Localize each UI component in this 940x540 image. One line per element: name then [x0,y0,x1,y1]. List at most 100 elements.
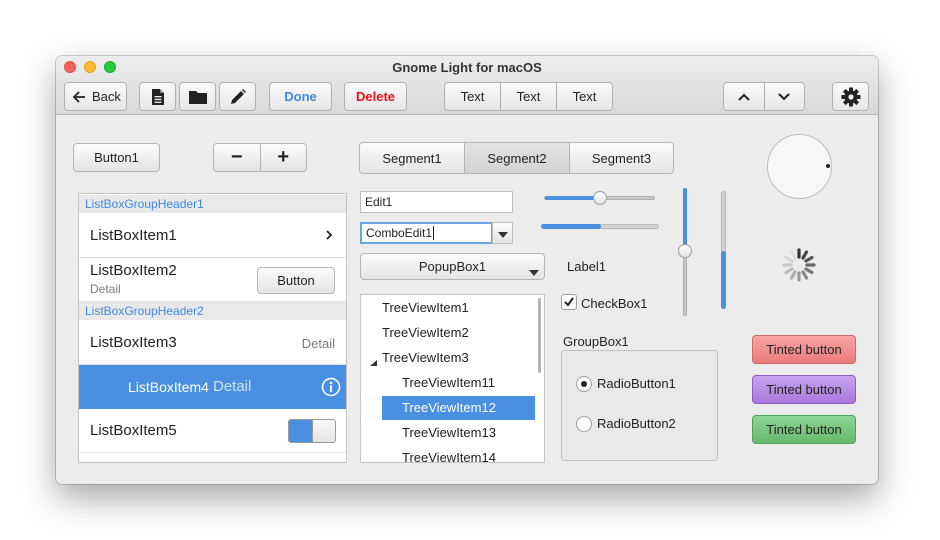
checkmark-icon [563,296,575,311]
title-bar: Gnome Light for macOS Back Done Delete T… [56,56,878,115]
tree-item-14[interactable]: TreeViewItem14 [402,446,496,462]
combo-edit-value: ComboEdit1 [366,226,433,240]
text-segmented-control: Text Text Text [444,82,613,111]
list-item-5-switch[interactable] [288,419,336,443]
tinted-button-red[interactable]: Tinted button [752,335,856,364]
plus-button[interactable]: + [261,144,307,171]
label1: Label1 [567,259,607,274]
combo-dropdown-button[interactable] [492,222,513,244]
list-item-3[interactable]: ListBoxItem3 Detail [79,321,346,365]
checkbox1-label: CheckBox1 [581,296,648,311]
combo-edit-field[interactable]: ComboEdit1 [360,222,493,244]
switch-on-fill [289,420,313,442]
gear-icon [841,87,861,107]
list-item-2-button[interactable]: Button [257,267,335,294]
text-tab-2[interactable]: Text [501,83,557,110]
horizontal-slider-thumb[interactable] [593,191,607,205]
tree-item-12[interactable]: TreeViewItem12 [382,396,535,420]
groupbox: RadioButton1 RadioButton2 [561,350,718,461]
settings-button[interactable] [832,82,869,111]
progress-bar [541,224,659,229]
list-item-2[interactable]: ListBoxItem2 Detail Button [79,258,346,302]
tree-scrollbar[interactable] [538,298,541,373]
tree-item-2[interactable]: TreeViewItem2 [382,321,469,345]
tree-view[interactable]: TreeViewItem1 TreeViewItem2 TreeViewItem… [360,294,545,463]
list-item-2-detail: Detail [90,282,121,296]
switch-thumb [312,420,335,442]
app-window: Gnome Light for macOS Back Done Delete T… [56,56,878,484]
tinted-button-purple[interactable]: Tinted button [752,375,856,404]
open-folder-button[interactable] [179,82,216,111]
tree-item-3[interactable]: TreeViewItem3 [382,346,469,370]
list-item-4[interactable]: ListBoxItem4 Detail [79,365,346,409]
radio-button-2[interactable] [576,416,592,432]
text-tab-1[interactable]: Text [445,83,501,110]
tinted-button-green[interactable]: Tinted button [752,415,856,444]
tree-item-13[interactable]: TreeViewItem13 [402,421,496,445]
progress-fill [541,224,601,229]
button1[interactable]: Button1 [73,143,160,172]
done-label: Done [284,89,317,104]
popup-box[interactable]: PopupBox1 [360,253,545,280]
rotary-knob[interactable] [767,134,832,199]
text-cursor [433,226,435,240]
back-button[interactable]: Back [64,82,127,111]
up-down-control [723,82,805,111]
groupbox-title: GroupBox1 [563,334,629,349]
segment-1[interactable]: Segment1 [359,142,465,174]
back-label: Back [92,89,121,104]
list-box[interactable]: ListBoxGroupHeader1 ListBoxItem1 ListBox… [78,193,347,463]
minus-button[interactable]: − [214,144,261,171]
list-item-5[interactable]: ListBoxItem5 [79,409,346,453]
vertical-progress-bar [721,191,726,309]
segment-3[interactable]: Segment3 [569,142,674,174]
radio-dot [581,381,587,387]
disclosure-triangle-icon[interactable] [370,354,377,369]
new-document-button[interactable] [139,82,176,111]
pencil-icon [229,88,247,106]
checkbox1[interactable] [561,294,577,310]
chevron-down-icon [777,92,791,102]
list-item-6[interactable] [79,453,346,462]
radio-button-1[interactable] [576,376,592,392]
radio-button-2-label: RadioButton2 [597,416,676,431]
info-icon[interactable] [321,377,341,400]
list-item-4-detail: Detail [213,378,252,395]
vertical-progress-fill [721,251,726,309]
move-up-button[interactable] [724,83,765,110]
list-item-2-label: ListBoxItem2 [90,262,177,279]
arrow-left-icon [71,89,87,105]
delete-label: Delete [355,89,396,104]
document-icon [150,88,166,106]
radio-button-1-label: RadioButton1 [597,376,676,391]
list-item-3-detail: Detail [301,336,335,351]
list-item-3-label: ListBoxItem3 [90,334,177,351]
vertical-slider-1-thumb[interactable] [678,244,692,258]
spinner-icon [780,246,818,287]
stepper-control: − + [213,143,307,172]
chevron-up-icon [737,92,751,102]
tree-item-1[interactable]: TreeViewItem1 [382,296,469,320]
vertical-slider-1-fill [683,188,687,251]
list-item-5-label: ListBoxItem5 [90,422,177,439]
content-area: Button1 − + Segment1 Segment2 Segment3 L… [56,116,878,484]
edit1-field[interactable]: Edit1 [360,191,513,213]
folder-icon [188,89,208,105]
knob-indicator [826,164,830,168]
triangle-down-icon [497,226,508,241]
text-tab-3[interactable]: Text [557,83,612,110]
list-item-1-label: ListBoxItem1 [90,227,177,244]
edit1-value: Edit1 [365,195,393,209]
triangle-down-icon [529,264,539,279]
popup-box-value: PopupBox1 [418,259,487,274]
list-group-header-2: ListBoxGroupHeader2 [79,302,346,320]
window-title: Gnome Light for macOS [392,60,542,75]
delete-button[interactable]: Delete [344,82,407,111]
segment-2[interactable]: Segment2 [464,142,570,174]
list-item-1[interactable]: ListBoxItem1 [79,214,346,258]
done-button[interactable]: Done [269,82,332,111]
edit-button[interactable] [219,82,256,111]
tree-item-11[interactable]: TreeViewItem11 [402,371,495,395]
list-group-header-1: ListBoxGroupHeader1 [79,195,346,213]
move-down-button[interactable] [765,83,805,110]
